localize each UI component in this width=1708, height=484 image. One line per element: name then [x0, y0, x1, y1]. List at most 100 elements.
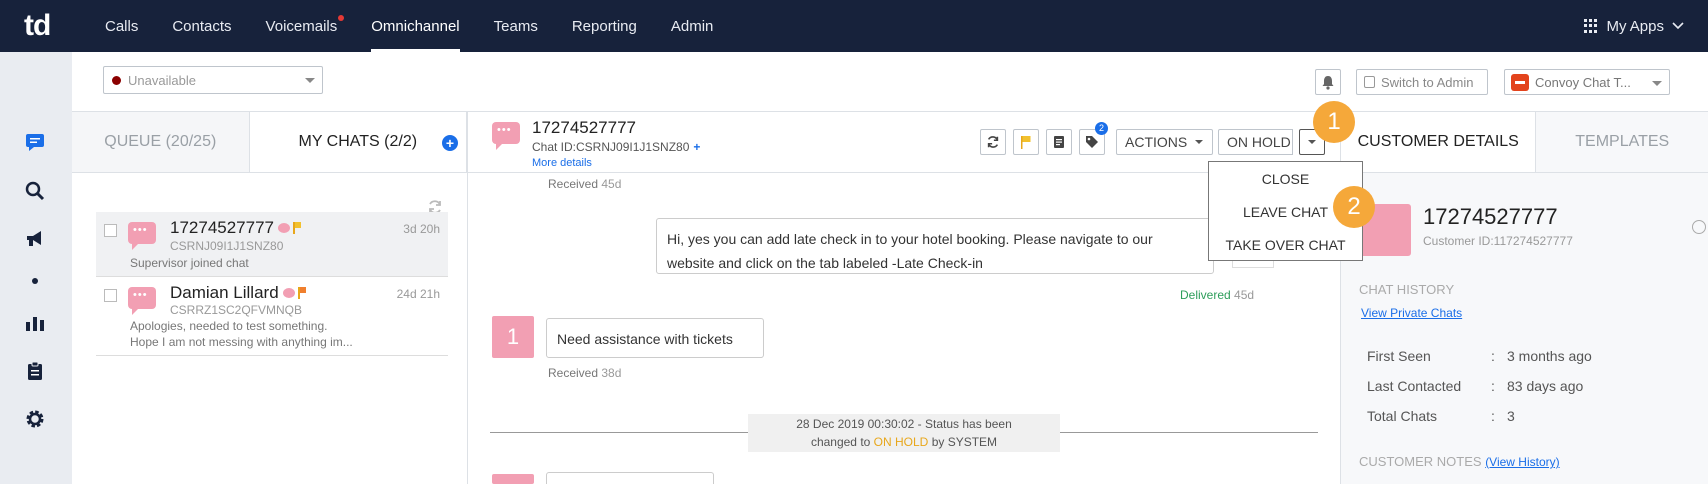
flag-button[interactable] [1013, 129, 1039, 155]
nav-contacts[interactable]: Contacts [155, 0, 248, 52]
switch-to-admin-button[interactable]: Switch to Admin [1356, 69, 1488, 95]
chat-time: 3d 20h [403, 222, 440, 236]
tab-my-chats-label: MY CHATS (2/2) [298, 133, 418, 150]
refresh-button[interactable] [980, 129, 1006, 155]
chat-avatar-icon [128, 222, 156, 250]
message-time: 38d [601, 366, 622, 380]
app-select[interactable]: Convoy Chat T... [1504, 69, 1670, 95]
tab-my-chats[interactable]: MY CHATS (2/2) + [249, 112, 467, 172]
more-details-link[interactable]: More details [532, 157, 592, 169]
add-icon[interactable]: + [693, 140, 700, 154]
my-apps-menu[interactable]: My Apps [1584, 0, 1684, 52]
chat-preview: Apologies, needed to test something. Hope… [130, 318, 430, 350]
view-private-chats-link[interactable]: View Private Chats [1361, 304, 1462, 322]
chat-list-item[interactable]: 17274527777 CSRNJ09I1J1SNZ80 3d 20h Supe… [96, 212, 448, 277]
convoy-logo-icon [1511, 74, 1529, 91]
status-dot [112, 75, 121, 85]
add-chat-icon[interactable]: + [442, 135, 458, 151]
system-status-message: 28 Dec 2019 00:30:02 - Status has been c… [748, 414, 1060, 452]
view-history-link[interactable]: (View History) [1485, 455, 1559, 469]
chat-tabs: QUEUE (20/25) MY CHATS (2/2) + [72, 112, 467, 173]
menu-item-take-over-chat[interactable]: TAKE OVER CHAT [1209, 228, 1362, 261]
left-sidebar [0, 52, 72, 484]
chat-avatar-icon [128, 287, 156, 315]
megaphone-icon[interactable] [24, 228, 46, 250]
chat-select-checkbox[interactable] [104, 224, 117, 237]
chat-name-text: 17274527777 [170, 218, 275, 237]
chat-icon[interactable] [24, 131, 46, 153]
chat-select-checkbox[interactable] [104, 289, 117, 302]
chat-list-panel: QUEUE (20/25) MY CHATS (2/2) + 172745277… [72, 112, 468, 484]
system-line-2-pre: changed to [810, 435, 871, 449]
message-time: 45d [601, 177, 622, 191]
notes-button[interactable] [1046, 129, 1072, 155]
block-icon[interactable] [1692, 220, 1706, 234]
nav-omnichannel[interactable]: Omnichannel [354, 0, 476, 52]
conversation-name: 17274527777 [532, 118, 637, 137]
message-meta: Received 45d [548, 177, 621, 191]
chat-list-item[interactable]: Damian Lillard CSRRZ1SC2QFVMNQB 24d 21h … [96, 278, 448, 356]
caret-down-icon [1195, 140, 1203, 144]
customer-details-panel: CUSTOMER DETAILS TEMPLATES 17274527777 C… [1340, 112, 1708, 484]
search-icon[interactable] [24, 180, 46, 202]
notifications-button[interactable] [1315, 69, 1341, 95]
talkdesk-logo[interactable]: td [0, 0, 88, 52]
stat-label: First Seen [1367, 348, 1431, 364]
nav-calls[interactable]: Calls [88, 0, 155, 52]
gear-icon[interactable] [24, 408, 46, 430]
stat-value: 3 [1507, 408, 1515, 424]
nav-voicemails[interactable]: Voicemails [249, 0, 355, 52]
tag-count-badge: 2 [1095, 122, 1108, 135]
customer-notes-label: CUSTOMER NOTES [1359, 454, 1482, 469]
chevron-down-icon [1672, 22, 1684, 30]
caret-down-icon [1652, 81, 1662, 86]
customer-id: Customer ID:117274527777 [1423, 234, 1573, 248]
chat-preview-line2: Hope I am not messing with anything im..… [130, 335, 353, 349]
conversation-id-text: Chat ID:CSRNJ09I1J1SNZ80 [532, 140, 690, 154]
stat-colon: : [1491, 378, 1495, 394]
bell-icon [1322, 75, 1334, 90]
reports-icon[interactable] [24, 312, 46, 334]
caret-down-icon [305, 78, 315, 83]
chat-history-title: CHAT HISTORY [1359, 282, 1455, 297]
chat-avatar-icon [492, 122, 520, 150]
app-select-label: Convoy Chat T... [1535, 74, 1631, 90]
caret-down-icon [1308, 140, 1316, 144]
message-time: 45d [1234, 288, 1255, 302]
switch-admin-label: Switch to Admin [1381, 74, 1474, 90]
clipboard-icon[interactable] [24, 360, 46, 382]
chat-preview: Supervisor joined chat [130, 256, 249, 270]
system-line-1: 28 Dec 2019 00:30:02 - Status has been [796, 417, 1012, 431]
stat-value: 83 days ago [1507, 378, 1584, 394]
stat-value: 3 months ago [1507, 348, 1592, 364]
nav-teams[interactable]: Teams [477, 0, 555, 52]
actions-button[interactable]: ACTIONS [1116, 129, 1213, 155]
stat-colon: : [1491, 408, 1495, 424]
nav-reporting[interactable]: Reporting [555, 0, 654, 52]
agent-status-select[interactable]: Unavailable [103, 66, 323, 94]
tags-button[interactable]: 2 [1079, 122, 1108, 155]
customer-notes-title: CUSTOMER NOTES (View History) [1359, 454, 1560, 469]
message-bubble-partial [546, 472, 714, 484]
step-marker-1: 1 [1313, 101, 1355, 143]
chat-id: CSRRZ1SC2QFVMNQB [170, 303, 303, 317]
step-marker-2: 2 [1333, 186, 1375, 228]
tab-queue[interactable]: QUEUE (20/25) [72, 112, 250, 172]
chat-preview-line1: Apologies, needed to test something. [130, 319, 328, 333]
message-status: Received [548, 366, 599, 380]
refresh-icon [987, 136, 999, 148]
my-apps-label: My Apps [1606, 17, 1664, 35]
status-on-hold-button[interactable]: ON HOLD [1218, 129, 1293, 155]
chat-id: CSRNJ09I1J1SNZ80 [170, 239, 284, 253]
message-status: Delivered [1180, 288, 1231, 302]
customer-avatar [492, 474, 534, 484]
tag-icon [1086, 136, 1098, 148]
dot-icon[interactable] [24, 270, 46, 292]
menu-item-close[interactable]: CLOSE [1209, 162, 1362, 195]
tag-icon [282, 288, 295, 298]
user-lock-icon [1364, 76, 1375, 88]
nav-admin[interactable]: Admin [654, 0, 731, 52]
tab-customer-details[interactable]: CUSTOMER DETAILS [1341, 112, 1537, 172]
chat-name-text: Damian Lillard [170, 283, 279, 302]
tab-templates[interactable]: TEMPLATES [1536, 112, 1708, 172]
